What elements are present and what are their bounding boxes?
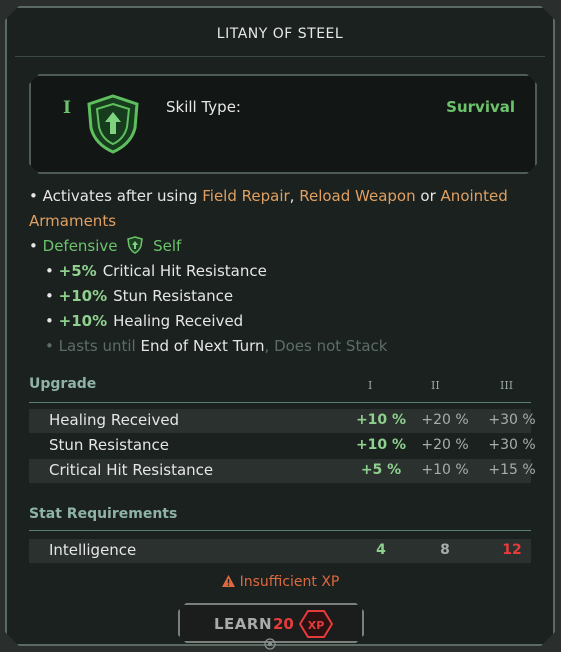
level-1-header: I	[368, 379, 373, 392]
upgrade-header: Upgrade	[29, 376, 97, 392]
bullet: •	[45, 337, 54, 355]
duration-item: • Lasts until End of Next Turn, Does not…	[45, 337, 387, 355]
effect-item: • +10% Healing Received	[45, 312, 243, 330]
upgrade-level-2-value: +20 %	[421, 412, 469, 428]
activation-description: • Activates after using Field Repair, Re…	[29, 184, 529, 234]
upgrade-level-2-value: +10 %	[421, 462, 469, 478]
upgrade-level-3-value: +15 %	[488, 462, 536, 478]
does-not-stack-text: Does not Stack	[274, 337, 388, 355]
title-divider	[15, 56, 545, 57]
upgrade-row-label: Critical Hit Resistance	[49, 461, 214, 479]
level-3-header: III	[500, 379, 514, 392]
activates-text: Activates after using	[42, 187, 198, 205]
bullet: •	[29, 187, 38, 205]
upgrade-level-3-value: +30 %	[488, 437, 536, 453]
effect-item: • +10% Stun Resistance	[45, 287, 233, 305]
upgrade-row-label: Stun Resistance	[49, 436, 170, 454]
or-text: or	[420, 187, 436, 205]
skill-type-label: Skill Type:	[166, 98, 241, 116]
insufficient-xp-warning: Insufficient XP	[7, 574, 553, 590]
upgrade-level-1-value: +10 %	[355, 412, 407, 428]
requirement-level-1-value: 4	[376, 542, 386, 558]
stat-requirements-header: Stat Requirements	[29, 506, 178, 522]
requirements-divider	[29, 530, 531, 531]
bullet: •	[45, 262, 54, 280]
skill-tooltip-panel: LITANY OF STEEL I Skill Type: Survival •…	[5, 6, 555, 646]
effect-label: Healing Received	[113, 312, 244, 330]
effect-value: +5%	[58, 262, 97, 280]
effect-label: Critical Hit Resistance	[102, 262, 267, 280]
anointed-link: Anointed	[440, 187, 508, 205]
upgrade-row: Stun Resistance +10 % +20 % +30 %	[29, 434, 531, 458]
self-tag: Self	[153, 237, 182, 255]
button-hint-icon	[264, 638, 276, 650]
shield-up-arrow-icon	[81, 92, 145, 156]
effect-value: +10%	[58, 312, 108, 330]
comma: ,	[264, 337, 270, 355]
upgrade-row: Critical Hit Resistance +5 % +10 % +15 %	[29, 459, 531, 483]
bullet: •	[29, 237, 38, 255]
upgrade-row: Healing Received +10 % +20 % +30 %	[29, 409, 531, 433]
skill-tier: I	[63, 98, 71, 118]
armaments-link: Armaments	[29, 212, 117, 230]
reload-weapon-link: Reload Weapon	[299, 187, 416, 205]
end-of-turn-text: End of Next Turn	[140, 337, 265, 355]
learn-label: LEARN	[214, 615, 273, 633]
requirement-level-3-value: 12	[502, 542, 522, 558]
upgrade-level-2-value: +20 %	[421, 437, 469, 453]
upgrade-row-label: Healing Received	[49, 411, 180, 429]
xp-currency: XP	[308, 619, 325, 632]
warning-text: Insufficient XP	[239, 574, 340, 590]
learn-button[interactable]: LEARN 20 XP	[178, 603, 364, 643]
upgrade-level-1-value: +10 %	[355, 437, 407, 453]
learn-cost: 20	[273, 615, 294, 633]
upgrade-level-3-value: +30 %	[488, 412, 536, 428]
defensive-tag: Defensive	[42, 237, 118, 255]
bullet: •	[45, 312, 54, 330]
upgrade-divider	[29, 402, 531, 403]
comma: ,	[289, 187, 295, 205]
level-2-header: II	[431, 379, 440, 392]
field-repair-link: Field Repair	[202, 187, 290, 205]
effect-label: Stun Resistance	[113, 287, 234, 305]
skill-title: LITANY OF STEEL	[216, 26, 344, 42]
requirement-stat-label: Intelligence	[49, 541, 137, 559]
effect-item: • +5% Critical Hit Resistance	[45, 262, 267, 280]
skill-header-box: I Skill Type: Survival	[29, 74, 537, 174]
requirement-row: Intelligence 4 8 12	[29, 539, 531, 563]
warning-icon	[221, 574, 236, 588]
skill-type-value: Survival	[446, 98, 515, 116]
requirement-level-2-value: 8	[440, 542, 450, 558]
xp-hexagon-icon: XP	[299, 610, 333, 638]
target-line: • Defensive Self	[29, 234, 529, 259]
self-shield-icon	[126, 236, 144, 254]
effect-value: +10%	[58, 287, 108, 305]
bullet: •	[45, 287, 54, 305]
lasts-until-text: Lasts until	[58, 337, 136, 355]
upgrade-level-1-value: +5 %	[360, 462, 402, 478]
